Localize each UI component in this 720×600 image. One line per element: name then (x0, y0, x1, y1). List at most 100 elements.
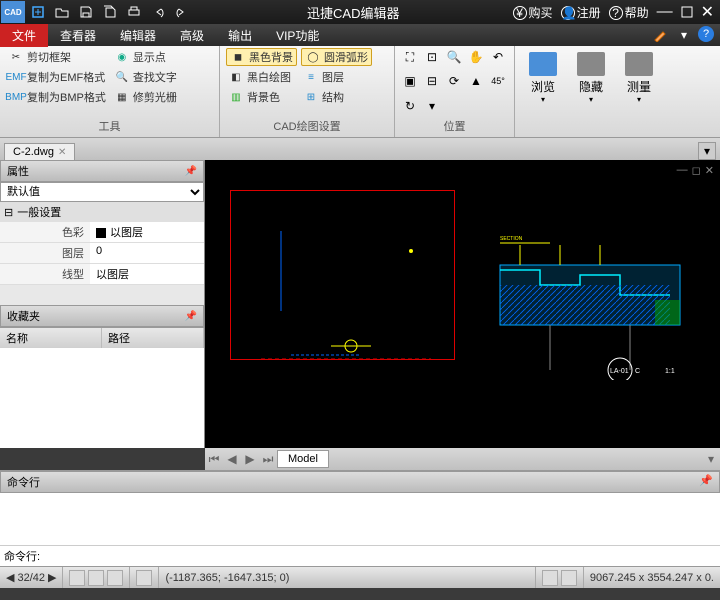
structure-button[interactable]: ⊞结构 (301, 88, 372, 106)
angle-icon[interactable]: 45° (489, 72, 507, 90)
dropdown-icon[interactable]: ▾ (674, 26, 694, 44)
cmd-history[interactable] (0, 493, 720, 545)
register-button[interactable]: 👤注册 (561, 4, 601, 21)
cmd-input[interactable] (43, 550, 716, 562)
prop-category[interactable]: ⊟一般设置 (0, 202, 204, 222)
ribbon: ✂剪切框架 EMF复制为EMF格式 BMP复制为BMP格式 ◉显示点 🔍查找文字… (0, 46, 720, 138)
fav-col-name[interactable]: 名称 (0, 328, 102, 348)
color-swatch (96, 228, 106, 238)
open-icon[interactable] (51, 1, 73, 23)
fav-columns: 名称 路径 (0, 327, 204, 348)
page-nav-prev[interactable]: ◀ (6, 571, 14, 584)
tab-vip[interactable]: VIP功能 (264, 24, 331, 47)
close-tab-icon[interactable]: ✕ (58, 147, 66, 158)
show-point-button[interactable]: ◉显示点 (112, 48, 179, 66)
zoom-extents-icon[interactable]: ⛶ (401, 48, 419, 66)
svg-text:SECTION: SECTION (500, 236, 523, 242)
prop-val-color[interactable]: 以图层 (90, 222, 204, 242)
pin-icon[interactable]: 📌 (185, 166, 197, 177)
fav-col-path[interactable]: 路径 (102, 328, 204, 348)
left-panel: 属性📌 默认值 ⊟一般设置 色彩以图层 图层0 线型以图层 收藏夹📌 名称 路径 (0, 160, 205, 448)
dropdown-icon[interactable]: ▾ (423, 97, 441, 115)
pen-icon[interactable] (650, 26, 670, 44)
pan-icon[interactable]: ✋ (467, 48, 485, 66)
tab-output[interactable]: 输出 (216, 24, 264, 47)
canvas-max-icon[interactable]: ◻ (692, 164, 701, 177)
hide-icon (577, 52, 605, 76)
command-panel: 命令行 📌 命令行: (0, 470, 720, 566)
file-tab[interactable]: C-2.dwg✕ (4, 143, 75, 160)
page-nav-next[interactable]: ▶ (48, 571, 56, 584)
ortho-icon[interactable] (107, 570, 123, 586)
crop-frame-button[interactable]: ✂剪切框架 (6, 48, 108, 66)
save-icon[interactable] (75, 1, 97, 23)
tab-last-icon[interactable]: ⏭ (259, 452, 277, 467)
grid-icon[interactable] (88, 570, 104, 586)
cmd-title: 命令行 (7, 474, 40, 490)
group-position-label: 位置 (401, 117, 508, 135)
tab-viewer[interactable]: 查看器 (48, 24, 108, 47)
saveall-icon[interactable] (99, 1, 121, 23)
hide-button[interactable]: 隐藏▾ (569, 52, 613, 104)
layer-button[interactable]: ≡图层 (301, 68, 372, 86)
tabs-dropdown[interactable]: ▾ (698, 142, 716, 160)
browse-button[interactable]: 浏览▾ (521, 52, 565, 104)
page-indicator: 32/42 (17, 572, 45, 584)
tab-editor[interactable]: 编辑器 (108, 24, 168, 47)
cursor-coords: (-1187.365; -1647.315; 0) (165, 572, 289, 584)
undo-icon[interactable] (147, 1, 169, 23)
model-tabs: ⏮ ◀ ▶ ⏭ Model ▾ (205, 448, 720, 470)
black-bg-button[interactable]: ◼黑色背景 (226, 48, 297, 66)
extents-coords: 9067.245 x 3554.247 x 0. (590, 572, 714, 584)
cmd-prompt: 命令行: (4, 548, 40, 564)
help-button[interactable]: ?帮助 (609, 4, 649, 21)
zoom-in-icon[interactable]: 🔍 (445, 48, 463, 66)
zoom-prev-icon[interactable]: ↶ (489, 48, 507, 66)
app-icon[interactable]: CAD (1, 1, 25, 23)
props-combo[interactable]: 默认值 (0, 182, 204, 202)
copy-emf-button[interactable]: EMF复制为EMF格式 (6, 68, 108, 86)
redo-icon[interactable] (171, 1, 193, 23)
help-icon[interactable]: ? (698, 26, 714, 42)
pin-icon[interactable]: 📌 (699, 474, 713, 490)
refresh-icon[interactable]: ↻ (401, 97, 419, 115)
prop-val-linetype[interactable]: 以图层 (90, 264, 204, 284)
canvas-close-icon[interactable]: ✕ (705, 164, 714, 177)
smooth-arc-button[interactable]: ◯圆滑弧形 (301, 48, 372, 66)
close-button[interactable]: ✕ (701, 2, 714, 22)
model-dropdown[interactable]: ▾ (702, 452, 720, 466)
search-icon: 🔍 (114, 69, 130, 85)
bg-color-button[interactable]: ▥背景色 (226, 88, 297, 106)
zoom-out-icon[interactable]: ⊟ (423, 72, 441, 90)
tab-next-icon[interactable]: ▶ (241, 452, 259, 466)
measure-button[interactable]: 测量▾ (617, 52, 661, 104)
bw-draw-button[interactable]: ◧黑白绘图 (226, 68, 297, 86)
zoom-window-icon[interactable]: ⊡ (423, 48, 441, 66)
print-icon[interactable] (123, 1, 145, 23)
buy-button[interactable]: ¥购买 (513, 4, 553, 21)
rotate-icon[interactable]: ⟳ (445, 72, 463, 90)
status-icon-2[interactable] (561, 570, 577, 586)
copy-bmp-button[interactable]: BMP复制为BMP格式 (6, 88, 108, 106)
collapse-icon[interactable]: ⊟ (4, 206, 13, 219)
zoom-fit-icon[interactable]: ▣ (401, 72, 419, 90)
minimize-button[interactable]: — (657, 3, 673, 21)
maximize-button[interactable] (681, 6, 693, 18)
view-top-icon[interactable]: ▲ (467, 72, 485, 90)
status-icon-1[interactable] (542, 570, 558, 586)
tab-first-icon[interactable]: ⏮ (205, 452, 223, 467)
snap-icon[interactable] (69, 570, 85, 586)
drawing-canvas[interactable]: — ◻ ✕ SECTION (205, 160, 720, 448)
find-text-button[interactable]: 🔍查找文字 (112, 68, 179, 86)
tab-file[interactable]: 文件 (0, 24, 48, 47)
new-icon[interactable] (27, 1, 49, 23)
canvas-min-icon[interactable]: — (677, 164, 688, 177)
pin-icon[interactable]: 📌 (185, 311, 197, 322)
svg-text:C: C (635, 368, 640, 375)
tab-advanced[interactable]: 高级 (168, 24, 216, 47)
model-tab[interactable]: Model (277, 450, 329, 468)
prop-val-layer[interactable]: 0 (90, 243, 204, 263)
osnap-icon[interactable] (136, 570, 152, 586)
tab-prev-icon[interactable]: ◀ (223, 452, 241, 466)
trim-raster-button[interactable]: ▦修剪光栅 (112, 88, 179, 106)
